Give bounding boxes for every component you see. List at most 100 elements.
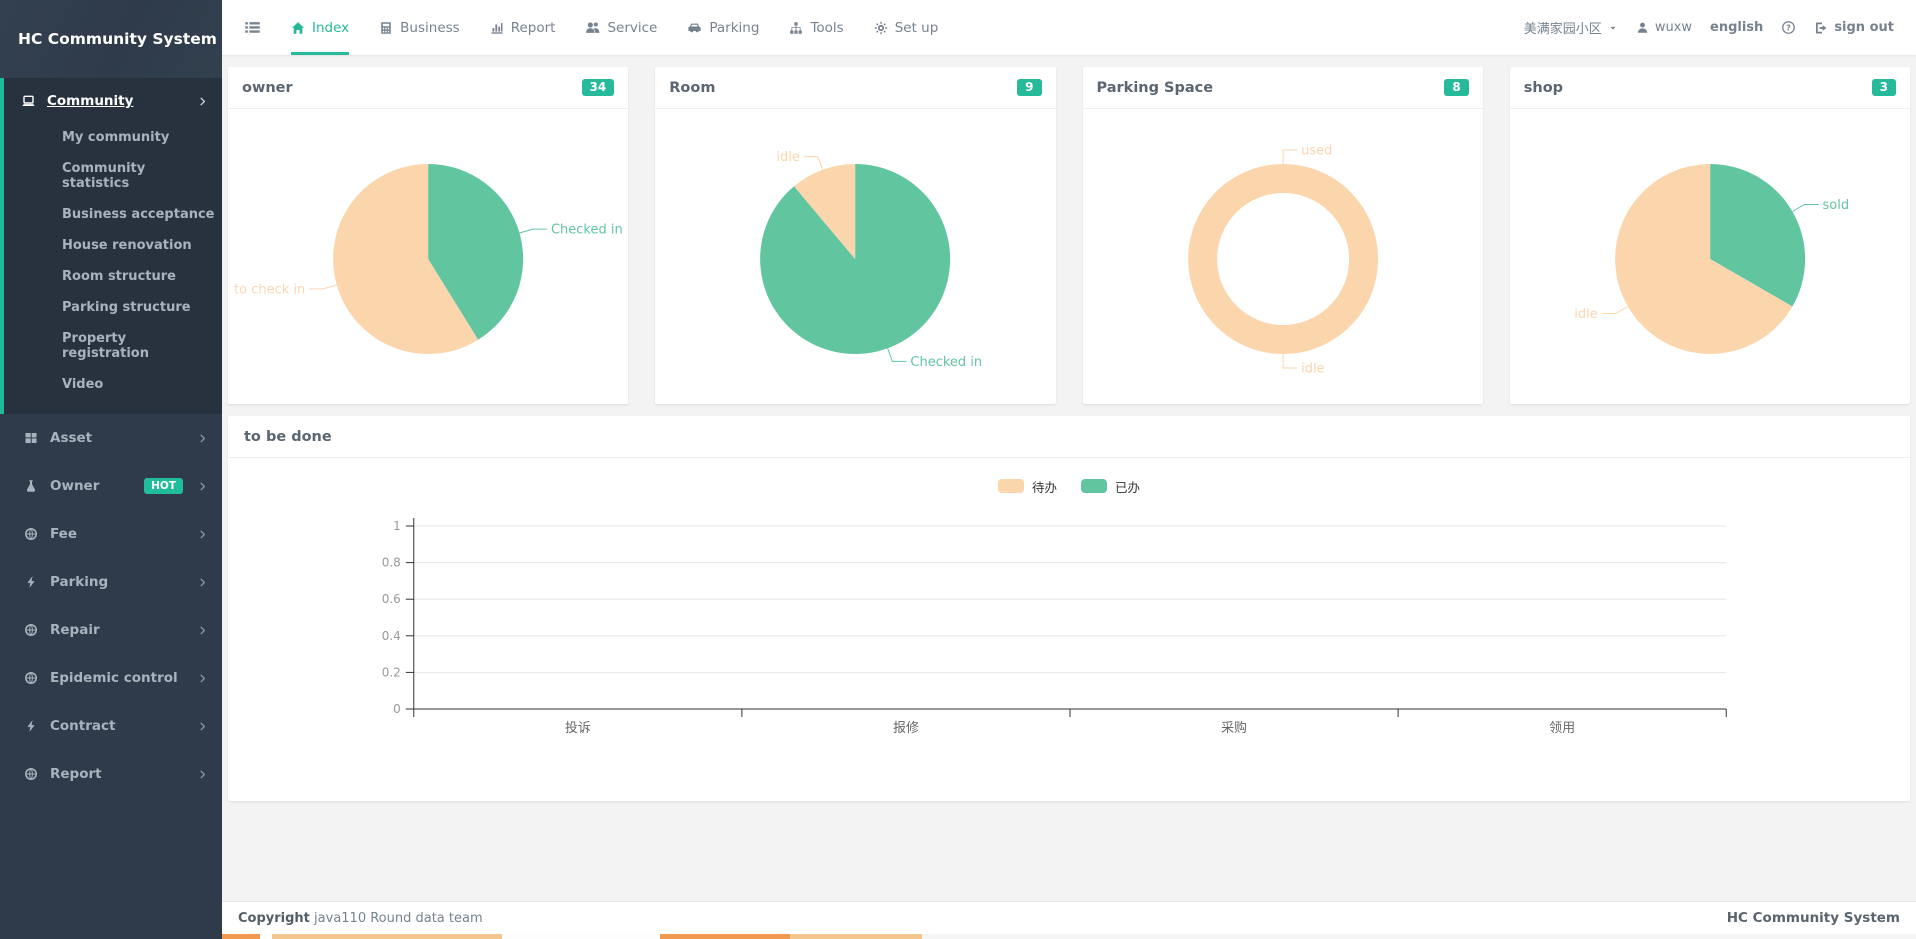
card-body: usedidle: [1083, 109, 1483, 404]
legend-swatch: [1081, 479, 1107, 493]
tab-parking[interactable]: Parking: [687, 0, 759, 55]
users-icon: [585, 20, 600, 35]
count-badge: 3: [1872, 79, 1896, 96]
globe-icon: [24, 767, 38, 781]
sidebar-subitem-parking-structure[interactable]: Parking structure: [4, 292, 222, 323]
chevron-right-icon: [197, 721, 208, 732]
flask-icon: [24, 479, 38, 493]
owner-pie-chart: Checked in to check in: [228, 109, 628, 404]
tab-label: Set up: [895, 20, 939, 36]
community-select-value: 美满家园小区: [1524, 18, 1602, 37]
sidebar-subitem-house-renovation[interactable]: House renovation: [4, 230, 222, 261]
sidebar-item-label: Contract: [50, 718, 185, 734]
chevron-right-icon: [197, 673, 208, 684]
sidebar-subitem-community-statistics[interactable]: Community statistics: [4, 153, 222, 199]
tab-set-up[interactable]: Set up: [874, 0, 939, 55]
legend-swatch: [998, 479, 1024, 493]
bolt-icon: [24, 575, 38, 589]
svg-text:Checked in: Checked in: [911, 355, 983, 370]
tab-tools[interactable]: Tools: [789, 0, 843, 55]
card-title: owner: [242, 80, 293, 96]
user-menu[interactable]: wuxw: [1636, 20, 1692, 35]
help-icon[interactable]: ?: [1781, 20, 1796, 35]
legend-label: 待办: [1032, 477, 1057, 496]
card-title: shop: [1524, 80, 1563, 96]
sidebar-subitem-room-structure[interactable]: Room structure: [4, 261, 222, 292]
todo-bar-chart: 00.20.40.60.81投诉报修采购领用: [228, 506, 1910, 774]
sidebar-item-owner[interactable]: Owner HOT: [0, 462, 222, 510]
sidebar-subitem-video[interactable]: Video: [4, 369, 222, 400]
svg-text:0: 0: [393, 702, 401, 716]
copyright-text: Copyright java110 Round data team: [238, 911, 483, 926]
sidebar-item-report[interactable]: Report: [0, 750, 222, 798]
barchart-icon: [490, 21, 504, 35]
svg-text:1: 1: [393, 519, 401, 533]
sidebar-item-fee[interactable]: Fee: [0, 510, 222, 558]
svg-text:used: used: [1301, 144, 1332, 159]
sidebar-item-contract[interactable]: Contract: [0, 702, 222, 750]
sidebar-subitem-my-community[interactable]: My community: [4, 122, 222, 153]
count-badge: 34: [582, 79, 615, 96]
chevron-right-icon: [197, 433, 208, 444]
sidebar-item-parking[interactable]: Parking: [0, 558, 222, 606]
sidebar-subitem-business-acceptance[interactable]: Business acceptance: [4, 199, 222, 230]
chevron-right-icon: [197, 529, 208, 540]
svg-text:Checked in: Checked in: [551, 223, 623, 238]
svg-text:报修: 报修: [893, 721, 919, 736]
nav-right: 美满家园小区 wuxw english ? sign out: [1524, 18, 1894, 37]
count-badge: 8: [1444, 79, 1468, 96]
card-title: to be done: [228, 416, 1910, 458]
main-area: Index Business Report Service Parking To…: [222, 0, 1916, 939]
sidebar-item-asset[interactable]: Asset: [0, 414, 222, 462]
laptop-icon: [21, 94, 36, 109]
sidebar-item-repair[interactable]: Repair: [0, 606, 222, 654]
card-title: Room: [669, 80, 715, 96]
svg-text:to check in: to check in: [234, 282, 305, 297]
legend-item-done[interactable]: 已办: [1081, 477, 1140, 496]
svg-text:0.8: 0.8: [382, 556, 401, 570]
svg-text:idle: idle: [777, 150, 800, 165]
svg-text:投诉: 投诉: [565, 720, 591, 736]
svg-text:0.4: 0.4: [382, 629, 401, 643]
legend-item-pending[interactable]: 待办: [998, 477, 1057, 496]
chevron-right-icon: [197, 625, 208, 636]
tab-label: Parking: [709, 20, 759, 36]
community-select[interactable]: 美满家园小区: [1524, 18, 1618, 37]
sidebar-item-label: Fee: [50, 526, 185, 542]
card-body: Checked in to check in: [228, 109, 628, 404]
signout-button[interactable]: sign out: [1814, 20, 1894, 35]
sidebar-item-community[interactable]: Community: [4, 78, 222, 122]
gear-icon: [874, 21, 888, 35]
sidebar-item-epidemic-control[interactable]: Epidemic control: [0, 654, 222, 702]
tab-service[interactable]: Service: [585, 0, 657, 55]
community-submenu: My community Community statistics Busine…: [4, 122, 222, 400]
card-header: shop 3: [1510, 67, 1910, 109]
caret-down-icon: [1608, 23, 1618, 33]
card-header: owner 34: [228, 67, 628, 109]
tab-report[interactable]: Report: [490, 0, 556, 55]
sidebar-group-community: Community My community Community statist…: [0, 78, 222, 414]
todo-title: to be done: [244, 429, 332, 445]
card-room: Room 9 Checked inidle: [655, 67, 1055, 404]
signout-icon: [1814, 21, 1828, 35]
parking-donut-chart: usedidle: [1083, 109, 1483, 404]
tab-business[interactable]: Business: [379, 0, 460, 55]
card-owner: owner 34 Checked in to check in: [228, 67, 628, 404]
globe-icon: [24, 623, 38, 637]
footer: Copyright java110 Round data team HC Com…: [222, 901, 1916, 934]
signout-label: sign out: [1834, 20, 1894, 35]
sidebar-subitem-property-registration[interactable]: Property registration: [4, 323, 222, 369]
tab-label: Report: [511, 20, 556, 36]
language-toggle[interactable]: english: [1710, 20, 1763, 35]
grid-icon: [24, 431, 38, 445]
hamburger-icon[interactable]: [244, 19, 261, 36]
tab-label: Index: [312, 20, 349, 36]
card-header: Parking Space 8: [1083, 67, 1483, 109]
sidebar-item-label: Asset: [50, 430, 185, 446]
calculator-icon: [379, 21, 393, 35]
sidebar-item-label: Report: [50, 766, 185, 782]
globe-icon: [24, 671, 38, 685]
hot-badge: HOT: [144, 478, 183, 494]
tab-index[interactable]: Index: [291, 0, 349, 55]
username: wuxw: [1655, 20, 1692, 35]
